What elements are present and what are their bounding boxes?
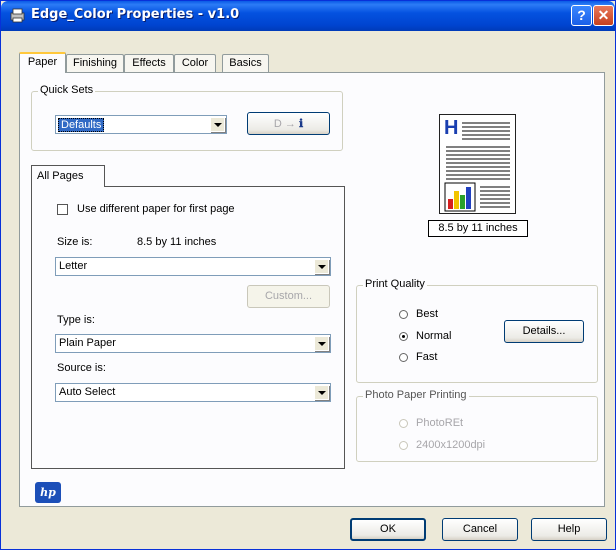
photo-paper-group: Photo Paper Printing (356, 389, 598, 462)
quick-sets-select[interactable]: Defaults (55, 115, 227, 134)
chevron-down-icon[interactable] (314, 385, 329, 400)
tab-finishing[interactable]: Finishing (66, 54, 124, 73)
hp-logo: hp (35, 482, 61, 503)
ok-button[interactable]: OK (350, 518, 426, 541)
chevron-down-icon[interactable] (210, 117, 225, 132)
tab-effects[interactable]: Effects (124, 54, 174, 73)
type-label: Type is: (57, 314, 95, 326)
paper-size-value: Letter (59, 260, 88, 272)
quality-fast-label: Fast (416, 351, 438, 363)
tab-color[interactable]: Color (174, 54, 216, 73)
all-pages-tab-label: All Pages (37, 170, 84, 182)
custom-button[interactable]: Custom... (247, 285, 330, 308)
photoret-radio[interactable] (399, 419, 408, 428)
paper-source-select[interactable]: Auto Select (55, 383, 331, 402)
tab-basics[interactable]: Basics (222, 54, 269, 73)
paper-size-select[interactable]: Letter (55, 257, 331, 276)
quality-best-radio[interactable] (399, 310, 408, 319)
paper-type-value: Plain Paper (59, 337, 116, 349)
paper-type-select[interactable]: Plain Paper (55, 334, 331, 353)
info-icon: ℹ (298, 117, 304, 130)
tab-paper[interactable]: Paper (19, 52, 66, 73)
preview-page-lines (444, 122, 510, 212)
all-pages-panel (31, 186, 345, 469)
quality-best-label: Best (416, 308, 439, 320)
use-different-paper-label: Use different paper for first page (77, 203, 235, 215)
cancel-button[interactable]: Cancel (442, 518, 518, 541)
preview-caption: 8.5 by 11 inches (428, 220, 528, 237)
quality-normal-radio[interactable] (399, 332, 408, 341)
size-value: 8.5 by 11 inches (137, 236, 217, 248)
arrow-icon: → (284, 118, 296, 130)
chevron-down-icon[interactable] (314, 259, 329, 274)
quality-normal-label: Normal (416, 330, 452, 342)
help-caption-button[interactable]: ? (571, 5, 592, 26)
chevron-down-icon[interactable] (314, 336, 329, 351)
dpi-2400-radio[interactable] (399, 441, 408, 450)
quality-fast-radio[interactable] (399, 353, 408, 362)
print-quality-legend: Print Quality (363, 278, 427, 290)
quick-sets-legend: Quick Sets (38, 84, 96, 96)
size-label: Size is: (57, 236, 93, 248)
photoret-label: PhotoREt (416, 417, 464, 429)
quick-sets-delete-button[interactable]: D → ℹ (247, 112, 330, 135)
source-label: Source is: (57, 362, 106, 374)
close-button[interactable]: ✕ (593, 5, 614, 26)
photo-paper-legend: Photo Paper Printing (363, 389, 469, 401)
title-bar[interactable]: Edge_Color Properties - v1.0 ? ✕ (1, 1, 615, 31)
properties-dialog: Edge_Color Properties - v1.0 ? ✕ Paper F… (0, 0, 616, 550)
paper-source-value: Auto Select (59, 386, 116, 398)
all-pages-tab[interactable]: All Pages (31, 165, 105, 187)
printer-icon (10, 8, 25, 23)
dpi-2400-label: 2400x1200dpi (416, 439, 486, 451)
use-different-paper-checkbox[interactable] (57, 204, 68, 215)
window-title: Edge_Color Properties - v1.0 (31, 7, 240, 22)
details-button[interactable]: Details... (504, 320, 584, 343)
help-button[interactable]: Help (531, 518, 607, 541)
quick-sets-value: Defaults (58, 118, 105, 132)
quick-sets-button-label: D (273, 118, 282, 130)
page-preview: H (439, 114, 516, 214)
